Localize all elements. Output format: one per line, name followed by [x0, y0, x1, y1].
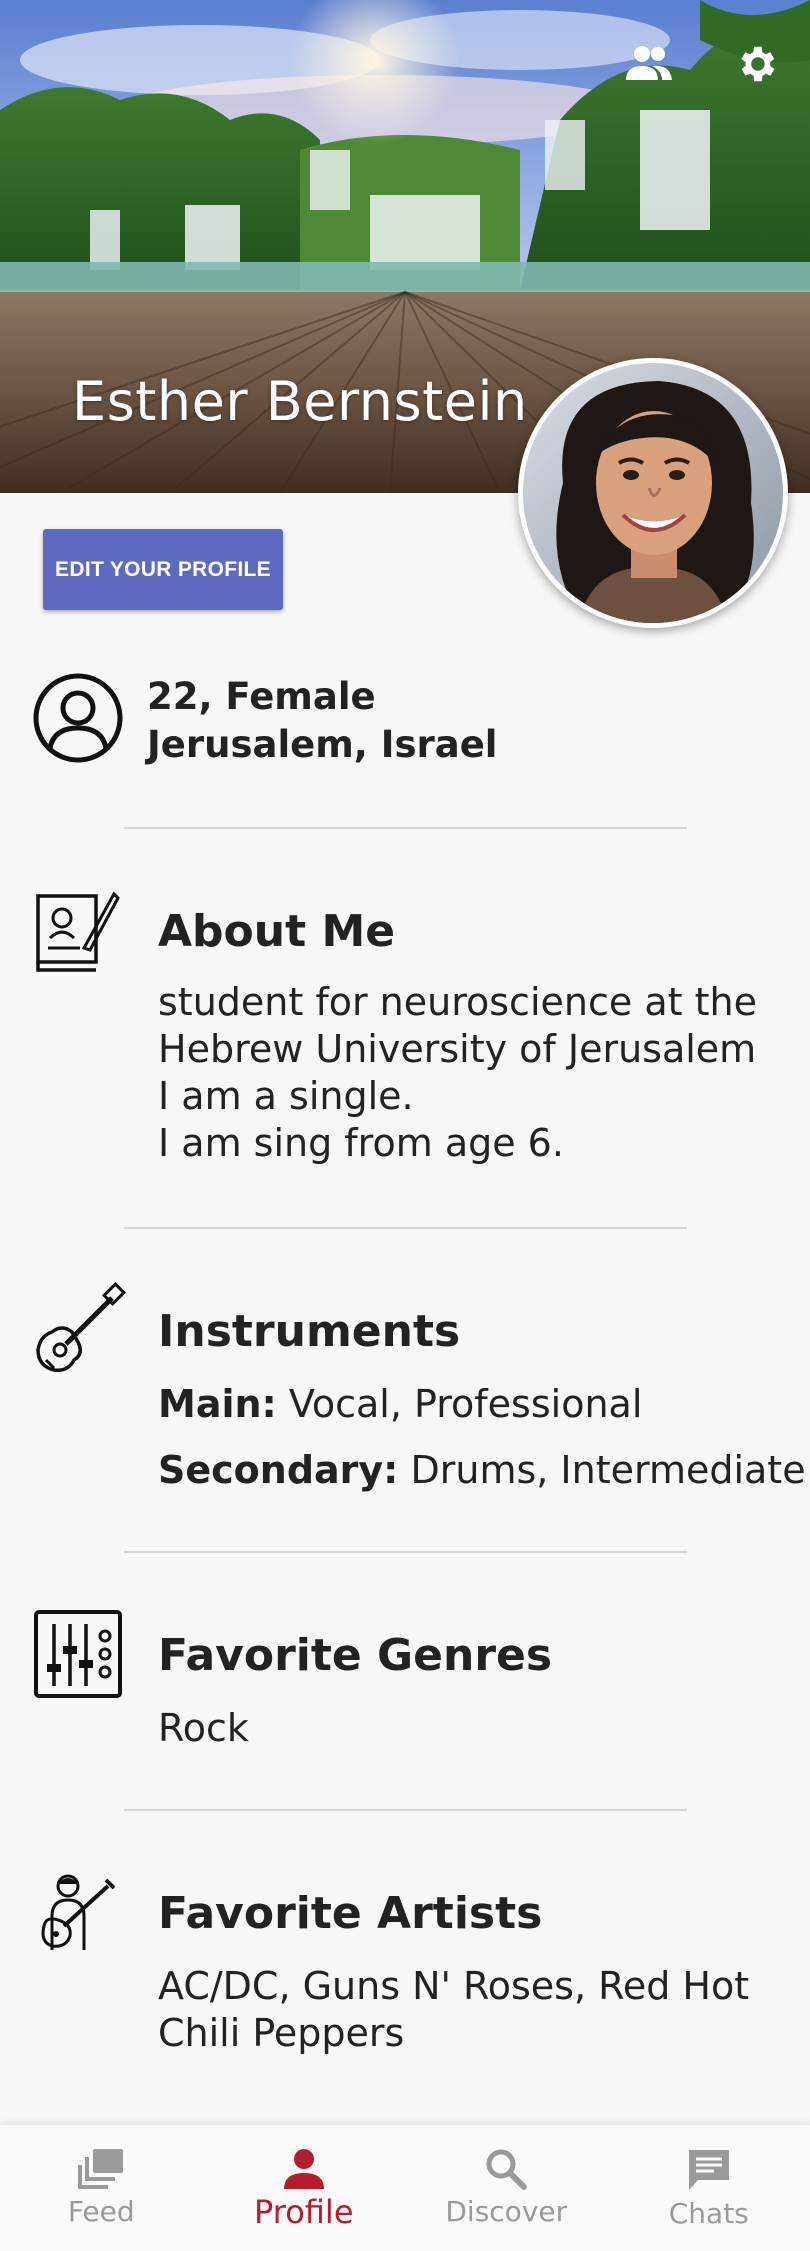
nav-item-profile[interactable]: Profile — [203, 2125, 406, 2251]
edit-profile-button[interactable]: EDIT YOUR PROFILE — [43, 529, 283, 610]
avatar[interactable] — [518, 358, 788, 628]
search-icon — [486, 2149, 528, 2190]
instrument-secondary: Secondary: Drums, Intermediate — [158, 1447, 806, 1494]
divider — [124, 827, 687, 829]
guitarist-icon — [41, 1874, 116, 1950]
about-line: Hebrew University of Jerusalem — [158, 1027, 757, 1071]
nav-label-chats: Chats — [668, 2197, 749, 2230]
instrument-main: Main: Vocal, Professional — [158, 1381, 642, 1428]
instruments-title: Instruments — [158, 1306, 461, 1357]
chat-icon — [688, 2150, 729, 2190]
profile-name: Esther Bernstein — [72, 370, 528, 433]
age-gender: 22, Female — [147, 675, 376, 718]
guitar-icon — [36, 1282, 126, 1373]
about-line: I am sing from age 6. — [158, 1121, 564, 1165]
nav-item-chats[interactable]: Chats — [608, 2125, 810, 2251]
about-line: student for neuroscience at the — [158, 980, 757, 1024]
artists-line: Chili Peppers — [158, 2011, 405, 2055]
mixer-icon — [34, 1610, 122, 1698]
divider — [124, 1227, 687, 1229]
book-quill-icon — [36, 891, 120, 972]
person-icon — [283, 2149, 324, 2189]
main-value: Vocal, Professional — [288, 1382, 643, 1426]
feed-icon — [78, 2149, 124, 2189]
secondary-label: Secondary: — [158, 1448, 399, 1492]
main-label: Main: — [158, 1382, 277, 1426]
genres-title: Favorite Genres — [158, 1630, 553, 1681]
nav-item-feed[interactable]: Feed — [0, 2125, 203, 2251]
about-line: I am a single. — [158, 1074, 414, 1118]
divider — [124, 1551, 687, 1553]
nav-label-profile: Profile — [254, 2193, 354, 2231]
genres-value: Rock — [158, 1706, 249, 1750]
secondary-value: Drums, Intermediate — [410, 1448, 806, 1492]
artists-title: Favorite Artists — [158, 1888, 543, 1939]
gear-icon[interactable] — [728, 36, 784, 92]
location: Jerusalem, Israel — [147, 723, 498, 766]
about-title: About Me — [158, 906, 396, 957]
nav-label-discover: Discover — [445, 2195, 568, 2228]
people-icon[interactable] — [620, 36, 676, 92]
nav-label-feed: Feed — [67, 2195, 135, 2228]
artists-line: AC/DC, Guns N' Roses, Red Hot — [158, 1964, 750, 2008]
nav-item-discover[interactable]: Discover — [405, 2125, 608, 2251]
person-circle-icon — [33, 673, 123, 763]
divider — [124, 1809, 687, 1811]
bottom-navigation: Feed Profile Discover Chats — [0, 2124, 810, 2251]
